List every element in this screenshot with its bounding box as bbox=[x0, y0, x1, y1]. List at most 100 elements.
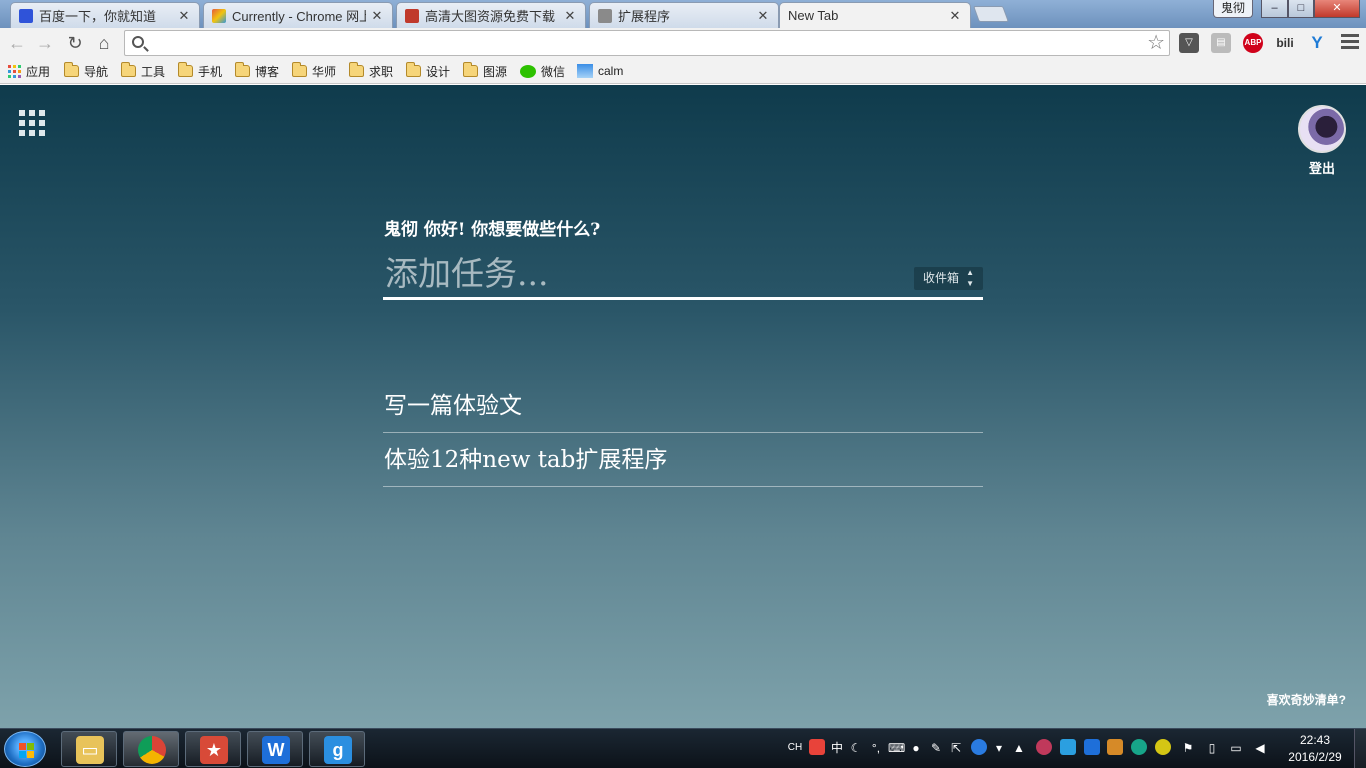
tab-title: 高清大图资源免费下载 | B bbox=[425, 9, 559, 24]
address-bar[interactable]: ☆ bbox=[124, 30, 1170, 56]
back-button[interactable]: ← bbox=[6, 32, 28, 54]
show-desktop-button[interactable] bbox=[1354, 729, 1366, 768]
bookmark-star-icon[interactable]: ☆ bbox=[1147, 32, 1165, 54]
folder-icon bbox=[406, 62, 421, 77]
taskbar-chrome[interactable] bbox=[123, 731, 179, 767]
forward-button[interactable]: → bbox=[34, 32, 56, 54]
ime-mode[interactable]: 中 bbox=[829, 739, 845, 757]
close-icon[interactable]: ✕ bbox=[563, 8, 577, 24]
clock-time: 22:43 bbox=[1299, 733, 1331, 747]
keyboard-icon[interactable]: ⌨ bbox=[888, 739, 905, 757]
browser-toolbar: ← → ↻ ⌂ ☆ ▽ ▤ ABP bili Y bbox=[0, 28, 1366, 58]
reader-icon[interactable]: ▤ bbox=[1211, 33, 1231, 53]
task-item[interactable]: 写一篇体验文 bbox=[383, 379, 983, 433]
bookmark-folder[interactable]: 华师 bbox=[292, 62, 336, 80]
bookmarks-bar: 应用 导航 工具 手机 博客 华师 求职 设计 图源 微信 calm bbox=[0, 58, 1366, 84]
tab-extensions[interactable]: 扩展程序 ✕ bbox=[589, 2, 779, 28]
address-input[interactable] bbox=[151, 33, 1131, 53]
user-icon[interactable]: ● bbox=[908, 739, 924, 757]
moon-icon[interactable]: ☾ bbox=[849, 739, 863, 757]
bookmark-folder[interactable]: 求职 bbox=[349, 62, 393, 80]
system-clock[interactable]: 22:43 2016/2/29 bbox=[1280, 732, 1350, 766]
tab-title: 百度一下，你就知道 bbox=[39, 9, 157, 24]
taskbar-wunderlist[interactable]: ★ bbox=[185, 731, 241, 767]
bookmark-folder[interactable]: 图源 bbox=[463, 62, 507, 80]
profile-button[interactable]: 鬼彻 bbox=[1213, 0, 1253, 18]
reload-button[interactable]: ↻ bbox=[64, 32, 86, 54]
bookmark-wechat[interactable]: 微信 bbox=[520, 62, 565, 80]
tab-title: Currently - Chrome 网上 bbox=[232, 9, 366, 24]
task-item[interactable]: 体验12种new tab扩展程序 bbox=[383, 433, 983, 487]
close-icon[interactable]: ✕ bbox=[370, 8, 384, 24]
tab-wallpaper[interactable]: 高清大图资源免费下载 | B ✕ bbox=[396, 2, 586, 28]
folder-icon bbox=[349, 62, 364, 77]
home-button[interactable]: ⌂ bbox=[93, 32, 115, 54]
bilibili-icon[interactable]: bili bbox=[1275, 33, 1295, 53]
bookmark-label: 应用 bbox=[26, 64, 51, 79]
new-tab-button[interactable] bbox=[973, 6, 1009, 22]
avatar[interactable] bbox=[1298, 105, 1346, 153]
adblock-icon[interactable]: ABP bbox=[1243, 33, 1263, 53]
show-hidden-icons[interactable]: ▲ bbox=[1012, 739, 1026, 757]
menu-icon[interactable] bbox=[1341, 34, 1359, 52]
folder-icon bbox=[463, 62, 478, 77]
list-select[interactable]: 收件箱 ▲ ▼ bbox=[914, 267, 983, 290]
apps-grid-icon[interactable] bbox=[19, 110, 45, 136]
network-icon[interactable]: ▭ bbox=[1228, 739, 1244, 757]
language-indicator[interactable]: CH bbox=[786, 739, 804, 757]
folder-icon bbox=[178, 62, 193, 77]
bookmark-label: 求职 bbox=[369, 64, 394, 79]
bookmark-folder[interactable]: 设计 bbox=[406, 62, 450, 80]
taskbar-explorer[interactable]: ▭ bbox=[61, 731, 117, 767]
wps-writer-icon: W bbox=[262, 736, 290, 764]
search-icon bbox=[132, 36, 144, 48]
list-select-value: 收件箱 bbox=[923, 271, 960, 285]
logout-link[interactable]: 登出 bbox=[1300, 158, 1344, 177]
tab-title: 扩展程序 bbox=[618, 9, 671, 24]
device-icon[interactable]: ▯ bbox=[1204, 739, 1220, 757]
bookmark-label: 图源 bbox=[483, 64, 508, 79]
bookmark-label: 博客 bbox=[255, 64, 280, 79]
tray-app-icon[interactable] bbox=[1107, 739, 1123, 755]
tray-app-icon[interactable] bbox=[1036, 739, 1052, 755]
close-window-button[interactable]: ✕ bbox=[1314, 0, 1360, 18]
bookmark-folder[interactable]: 博客 bbox=[235, 62, 279, 80]
bookmark-apps[interactable]: 应用 bbox=[8, 62, 50, 80]
bookmark-label: 手机 bbox=[198, 64, 223, 79]
browser-tray-icon[interactable] bbox=[1131, 739, 1147, 755]
close-icon[interactable]: ✕ bbox=[948, 8, 962, 24]
wrench-icon[interactable]: ✎ bbox=[928, 739, 944, 757]
close-icon[interactable]: ✕ bbox=[756, 8, 770, 24]
taskbar-store[interactable]: g bbox=[309, 731, 365, 767]
tab-baidu[interactable]: 百度一下，你就知道 ✕ bbox=[10, 2, 200, 28]
ime-settings-icon[interactable]: ▾ bbox=[992, 739, 1006, 757]
tab-new-tab[interactable]: New Tab ✕ bbox=[779, 2, 971, 28]
updown-arrow-icon: ▲ ▼ bbox=[966, 268, 974, 288]
feedback-link[interactable]: 喜欢奇妙清单? bbox=[1267, 691, 1346, 708]
flag-icon[interactable]: ⚑ bbox=[1180, 739, 1196, 757]
bookmark-folder[interactable]: 导航 bbox=[64, 62, 108, 80]
bookmark-label: 华师 bbox=[312, 64, 337, 79]
bookmark-folder[interactable]: 工具 bbox=[121, 62, 165, 80]
bookmark-calm[interactable]: calm bbox=[577, 62, 623, 80]
vpn-icon[interactable]: Y bbox=[1307, 33, 1327, 53]
wps-tray-icon[interactable] bbox=[1084, 739, 1100, 755]
help-icon[interactable] bbox=[971, 739, 987, 755]
maximize-button[interactable]: □ bbox=[1288, 0, 1314, 18]
folder-icon bbox=[64, 62, 79, 77]
volume-icon[interactable]: ◀ bbox=[1252, 739, 1268, 757]
pocket-icon[interactable]: ▽ bbox=[1179, 33, 1199, 53]
taskbar-wps[interactable]: W bbox=[247, 731, 303, 767]
punctuation-mode[interactable]: °, bbox=[867, 739, 885, 757]
minimize-button[interactable]: – bbox=[1261, 0, 1288, 18]
tab-currently[interactable]: Currently - Chrome 网上 ✕ bbox=[203, 2, 393, 28]
start-button[interactable] bbox=[4, 731, 46, 767]
share-icon[interactable]: ⇱ bbox=[948, 739, 964, 757]
bookmark-label: 设计 bbox=[426, 64, 451, 79]
security-tray-icon[interactable] bbox=[1155, 739, 1171, 755]
sogou-ime-icon[interactable] bbox=[809, 739, 825, 755]
bookmark-folder[interactable]: 手机 bbox=[178, 62, 222, 80]
close-icon[interactable]: ✕ bbox=[177, 8, 191, 24]
app-store-tray-icon[interactable] bbox=[1060, 739, 1076, 755]
add-task-input[interactable] bbox=[383, 250, 983, 300]
